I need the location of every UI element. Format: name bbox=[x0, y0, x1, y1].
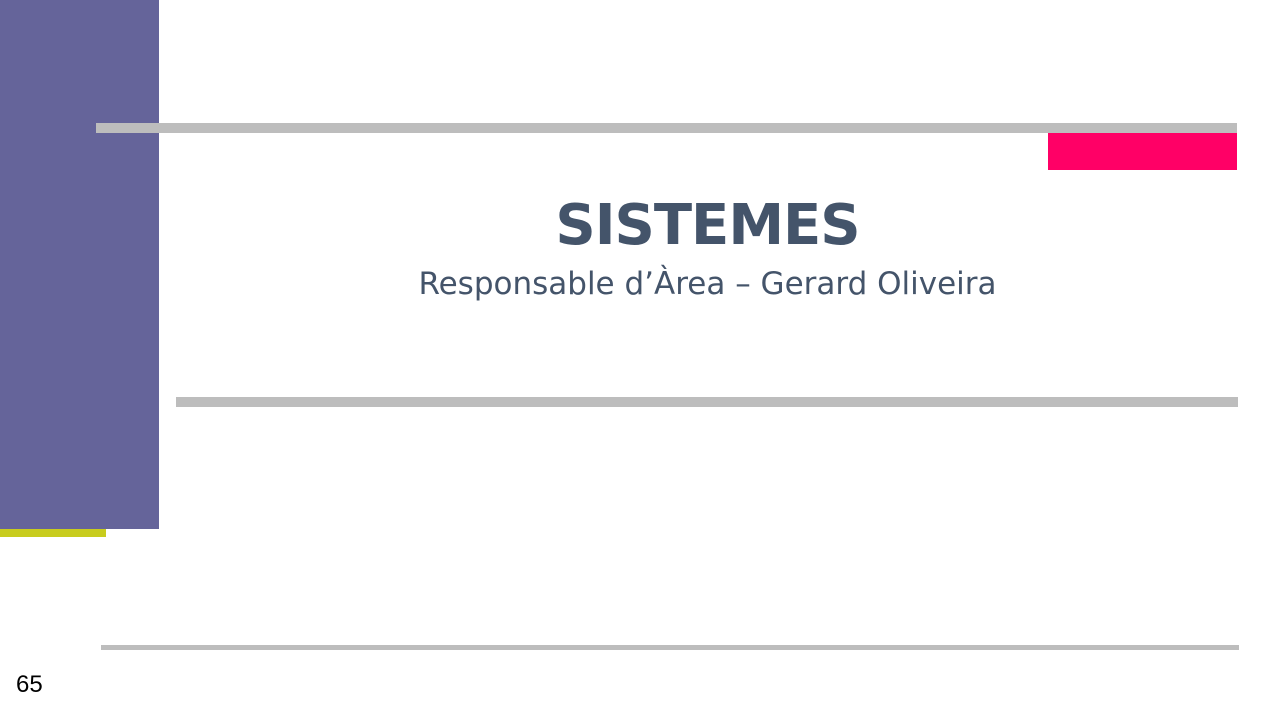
page-number: 65 bbox=[16, 671, 43, 698]
slide-subtitle: Responsable d’Àrea – Gerard Oliveira bbox=[418, 266, 997, 302]
side-bar-decoration bbox=[0, 0, 159, 529]
top-divider-rule bbox=[96, 123, 1237, 133]
yellow-accent-bar bbox=[0, 529, 106, 537]
pink-accent-block bbox=[1048, 133, 1237, 170]
middle-divider-rule bbox=[176, 397, 1238, 407]
slide-title: SISTEMES bbox=[555, 193, 860, 258]
bottom-divider-rule bbox=[101, 645, 1239, 650]
slide: SISTEMES Responsable d’Àrea – Gerard Oli… bbox=[0, 0, 1280, 720]
